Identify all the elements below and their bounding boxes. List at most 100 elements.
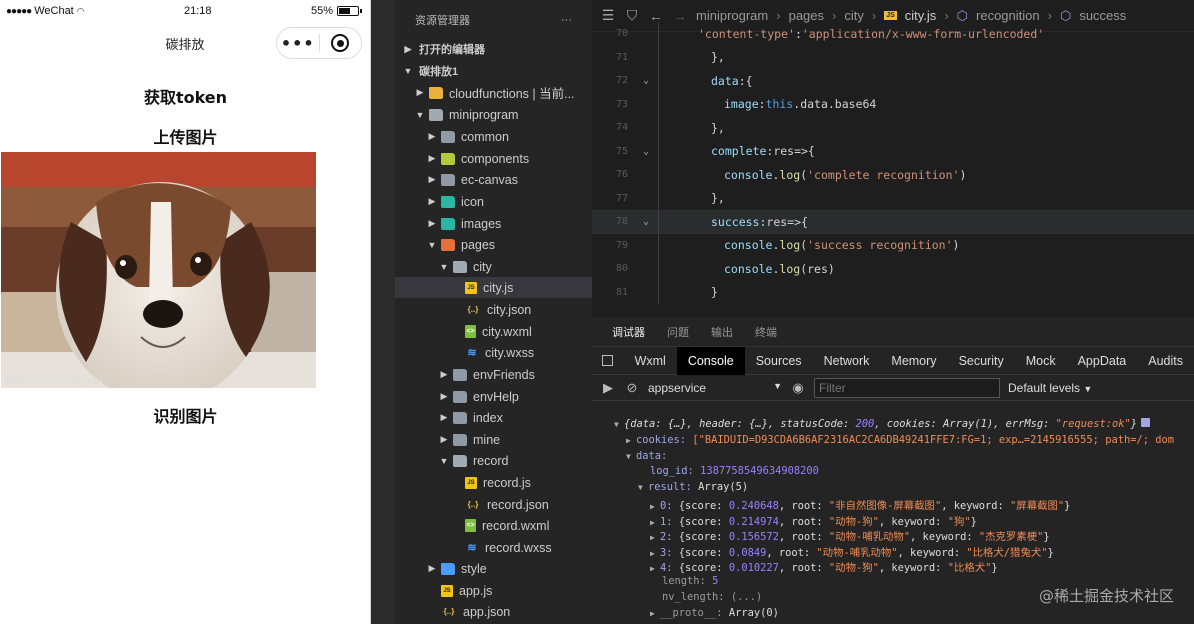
tab-debugger[interactable]: 调试器 [612, 324, 645, 340]
breadcrumb-item[interactable]: pages [789, 8, 824, 23]
tree-item[interactable]: ▼ pages [395, 234, 592, 255]
tree-item[interactable]: {..} record.json [395, 494, 592, 515]
tree-item[interactable]: ▼ record [395, 450, 592, 471]
upload-image-button[interactable]: 上传图片 [0, 124, 371, 148]
fold-chevron-icon[interactable]: ⌄ [634, 146, 658, 157]
tree-item[interactable]: ▶ style [395, 558, 592, 579]
tree-item[interactable]: {..} app.json [395, 601, 592, 622]
log-levels-select[interactable]: Default levels ▼ [1008, 381, 1092, 395]
get-token-button[interactable]: 获取token [0, 84, 371, 108]
tree-item[interactable]: ▼ city [395, 256, 592, 277]
breadcrumb-item[interactable]: city.js [905, 8, 937, 23]
tree-item[interactable]: ▶ index [395, 407, 592, 428]
inspect-element-icon[interactable] [592, 347, 624, 375]
project-section[interactable]: ▼ 碳排放1 [395, 60, 592, 82]
close-miniprogram-button[interactable] [319, 34, 361, 52]
tab-problems[interactable]: 问题 [667, 324, 689, 340]
breadcrumb-item[interactable]: recognition [976, 8, 1040, 23]
tree-item[interactable]: JS city.js [395, 277, 592, 298]
console-result-item[interactable]: ▶ 4: {score: 0.010227, root: "动物-狗", keyw… [592, 559, 1194, 575]
tree-item-label: mine [473, 432, 501, 447]
folder-icon [429, 108, 443, 121]
tree-item[interactable]: JS app.js [395, 580, 592, 601]
console-result-item[interactable]: ▶ 0: {score: 0.240648, root: "非自然图像-屏幕截图"… [592, 497, 1194, 513]
tree-item[interactable]: ▶ envHelp [395, 386, 592, 407]
console-object-summary[interactable]: ▼ {data: {…}, header: {…}, statusCode: 20… [592, 418, 1194, 434]
tab-appdata[interactable]: AppData [1067, 347, 1138, 375]
console-result-item[interactable]: ▶ 3: {score: 0.0849, root: "动物-哺乳动物", key… [592, 544, 1194, 560]
tree-item-label: record.js [483, 475, 531, 490]
console-result-row[interactable]: ▼ result: Array(5) [592, 481, 1194, 497]
code-line[interactable]: 81} [592, 280, 1194, 304]
filter-input[interactable] [814, 377, 1000, 398]
tab-console[interactable]: Console [676, 346, 745, 375]
console-proto-row[interactable]: ▶ __proto__: Array(0) [592, 607, 1194, 623]
line-number: 76 [615, 169, 628, 181]
open-editors-section[interactable]: ▶ 打开的编辑器 [395, 38, 592, 60]
tree-item[interactable]: ▶ ec-canvas [395, 169, 592, 190]
code-line[interactable]: 77}, [592, 186, 1194, 210]
tree-item[interactable]: ▶ cloudfunctions | 当前... [395, 82, 592, 103]
tab-mock[interactable]: Mock [1015, 347, 1067, 375]
tab-security[interactable]: Security [948, 347, 1015, 375]
console-result-item[interactable]: ▶ 2: {score: 0.156572, root: "动物-哺乳动物", k… [592, 528, 1194, 544]
recognize-image-button[interactable]: 识别图片 [0, 403, 371, 427]
breadcrumb-item[interactable]: city [844, 8, 864, 23]
code-line[interactable]: 73 image:this.data.base64 [592, 92, 1194, 116]
tree-item[interactable]: ≋ city.wxss [395, 342, 592, 363]
breadcrumb-item[interactable]: miniprogram [696, 8, 768, 23]
tree-item[interactable]: ▶ envFriends [395, 364, 592, 385]
chevron-right-icon: ▶ [428, 153, 436, 163]
tree-item[interactable]: ▶ images [395, 213, 592, 234]
tree-item[interactable]: ▶ components [395, 148, 592, 169]
code-line[interactable]: 70 'content-type':'application/x-www-form… [592, 22, 1194, 46]
sidebar-toggle-icon[interactable]: ▶ [600, 380, 616, 396]
console-data-row[interactable]: ▼ data: [592, 450, 1194, 466]
tree-item[interactable]: ▶ mine [395, 429, 592, 450]
tree-item[interactable]: ▶ icon [395, 191, 592, 212]
code-line[interactable]: 72 ⌄ data:{ [592, 69, 1194, 93]
tab-terminal[interactable]: 终端 [755, 324, 777, 340]
tab-wxml[interactable]: Wxml [624, 347, 677, 375]
tree-item[interactable]: {..} city.json [395, 299, 592, 320]
nav-bar: 碳排放 ••• [0, 22, 370, 64]
code-line[interactable]: 71}, [592, 45, 1194, 69]
panel-tabs: 调试器 问题 输出 终端 [592, 317, 1194, 347]
tree-item[interactable]: <> city.wxml [395, 321, 592, 342]
chevron-down-icon: ▼ [427, 239, 437, 250]
code-line[interactable]: 80 console.log(res) [592, 257, 1194, 281]
console-cookies-row[interactable]: ▶ cookies: ["BAIDUID=D93CDA6B6AF2316AC2CA… [592, 434, 1194, 450]
tab-audits[interactable]: Audits [1137, 347, 1194, 375]
chevron-right-icon: ▶ [428, 131, 436, 141]
tree-item[interactable]: JS record.js [395, 472, 592, 493]
wifi-icon: ◠ [76, 5, 85, 16]
js-file-icon: JS [465, 281, 477, 294]
tree-item[interactable]: ▶ common [395, 126, 592, 147]
clear-console-icon[interactable]: ⊘ [624, 380, 640, 396]
code-line[interactable]: 78 ⌄ success:res=>{ [592, 210, 1194, 234]
breadcrumb-item[interactable]: success [1079, 8, 1126, 23]
project-label: 碳排放1 [419, 66, 459, 78]
console-toolbar: ▶ ⊘ appservice▼ ◉ Default levels ▼ [592, 375, 1194, 401]
code-line[interactable]: 76 console.log('complete recognition') [592, 163, 1194, 187]
tree-item[interactable]: ▼ miniprogram [395, 104, 592, 125]
folder-icon [453, 390, 467, 403]
more-actions-icon[interactable]: ··· [561, 14, 572, 26]
context-select[interactable]: appservice ▼ [648, 381, 782, 395]
tree-item-label: style [461, 561, 487, 576]
eye-icon[interactable]: ◉ [790, 380, 806, 396]
code-line[interactable]: 79 console.log('success recognition') [592, 233, 1194, 257]
tab-memory[interactable]: Memory [880, 347, 947, 375]
code-line[interactable]: 75 ⌄ complete:res=>{ [592, 139, 1194, 163]
console-result-item[interactable]: ▶ 1: {score: 0.214974, root: "动物-狗", keyw… [592, 513, 1194, 529]
more-icon[interactable]: ••• [277, 34, 319, 53]
tree-item[interactable]: ≋ record.wxss [395, 537, 592, 558]
code-line[interactable]: 74}, [592, 116, 1194, 140]
fold-chevron-icon[interactable]: ⌄ [634, 216, 658, 227]
tab-network[interactable]: Network [813, 347, 881, 375]
tree-item[interactable]: <> record.wxml [395, 515, 592, 536]
tab-output[interactable]: 输出 [711, 324, 733, 340]
tree-item-label: components [461, 151, 530, 166]
tab-sources[interactable]: Sources [745, 347, 813, 375]
fold-chevron-icon[interactable]: ⌄ [634, 75, 658, 86]
